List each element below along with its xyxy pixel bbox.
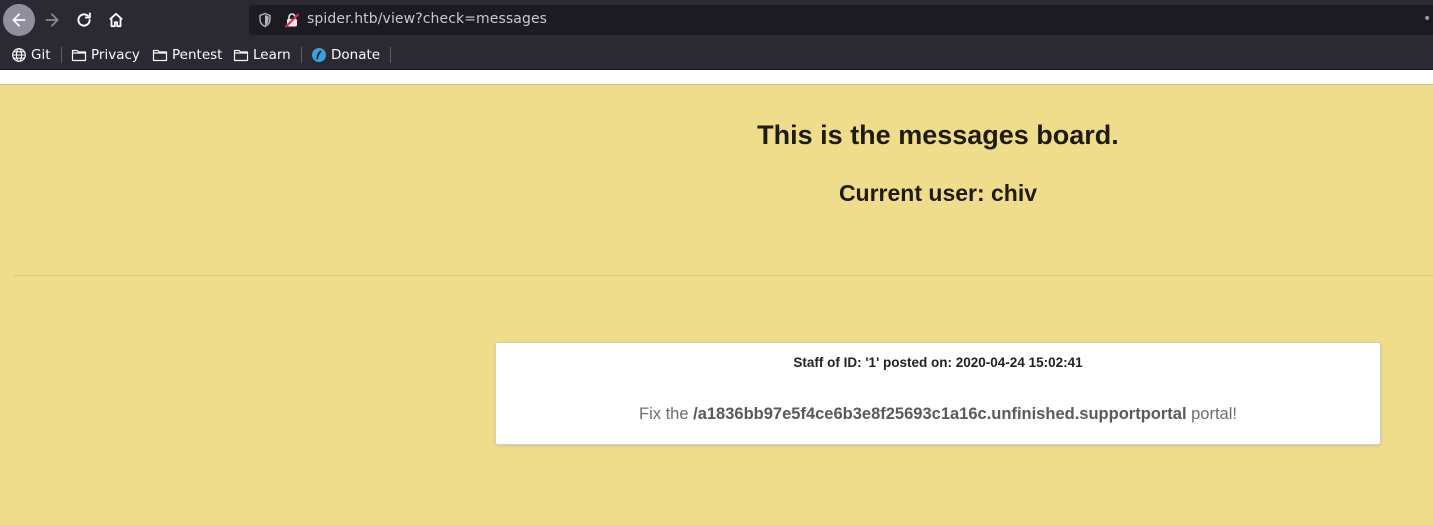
bookmark-label: Privacy — [91, 47, 140, 63]
bookmark-learn[interactable]: Learn — [233, 45, 291, 65]
bookmark-label: Learn — [253, 47, 291, 63]
url-text[interactable]: spider.htb/view?check=messages — [307, 11, 547, 27]
message-text: Fix the /a1836bb97e5f4ce6b3e8f25693c1a16… — [496, 405, 1380, 424]
donate-icon — [312, 48, 326, 62]
home-button[interactable] — [100, 4, 132, 36]
bookmark-git[interactable]: Git — [11, 45, 51, 65]
forward-button[interactable] — [36, 4, 68, 36]
browser-toolbar: spider.htb/view?check=messages •• — [0, 0, 1433, 40]
arrow-left-icon — [12, 13, 26, 27]
message-text-before: Fix the — [639, 405, 689, 423]
page-viewport: This is the messages board. Current user… — [0, 70, 1433, 525]
back-button[interactable] — [3, 4, 35, 36]
messages-board: This is the messages board. Current user… — [0, 84, 1433, 525]
bookmark-separator — [301, 47, 302, 63]
url-bar[interactable]: spider.htb/view?check=messages •• — [249, 5, 1433, 35]
bookmark-label: Donate — [331, 47, 381, 63]
folder-icon — [233, 49, 249, 62]
folder-icon — [152, 49, 168, 62]
bookmark-pentest[interactable]: Pentest — [152, 45, 222, 65]
message-path: /a1836bb97e5f4ce6b3e8f25693c1a16c.unfini… — [693, 405, 1187, 423]
bookmarks-toolbar: Git Privacy Pentest Learn Donate — [0, 40, 1433, 70]
insecure-lock-icon[interactable] — [284, 12, 300, 28]
current-user: Current user: chiv — [838, 180, 1038, 206]
page-title: This is the messages board. — [757, 120, 1119, 150]
bookmark-separator — [61, 47, 62, 63]
message-text-after: portal! — [1191, 405, 1237, 423]
bookmark-donate[interactable]: Donate — [311, 45, 380, 65]
home-icon — [109, 12, 123, 28]
folder-icon — [71, 49, 87, 62]
reload-icon — [77, 12, 91, 27]
page-actions-overflow[interactable]: •• — [1423, 11, 1433, 27]
reload-button[interactable] — [68, 4, 100, 36]
bookmark-privacy[interactable]: Privacy — [71, 45, 140, 65]
bookmark-label: Pentest — [172, 47, 223, 63]
message-card: Staff of ID: '1' posted on: 2020-04-24 1… — [495, 342, 1381, 445]
divider — [14, 275, 1433, 276]
shield-icon[interactable] — [257, 12, 273, 28]
message-meta: Staff of ID: '1' posted on: 2020-04-24 1… — [793, 355, 1083, 370]
bookmark-label: Git — [31, 47, 51, 63]
arrow-right-icon — [45, 13, 59, 27]
globe-icon — [12, 48, 26, 62]
bookmark-separator — [390, 47, 391, 63]
